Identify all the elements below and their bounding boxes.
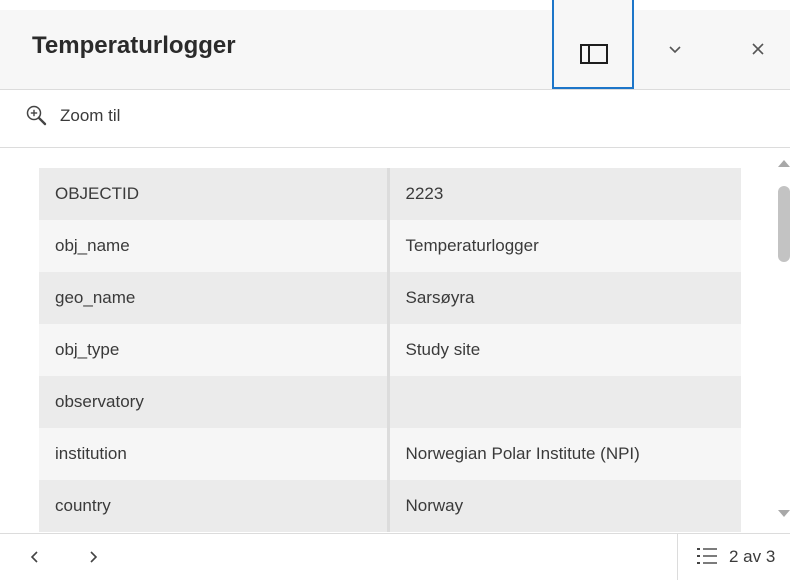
attribute-value: Norwegian Polar Institute (NPI) [388, 428, 741, 480]
vertical-scrollbar[interactable] [776, 160, 790, 520]
zoom-in-icon [26, 105, 47, 126]
attribute-key: institution [39, 428, 390, 480]
close-icon [752, 43, 764, 55]
table-row: observatory [39, 376, 741, 428]
table-row: obj_type Study site [39, 324, 741, 376]
table-row: OBJECTID 2223 [39, 168, 741, 220]
collapse-button[interactable] [660, 38, 690, 62]
list-icon[interactable] [695, 545, 719, 567]
chevron-left-icon [30, 551, 38, 563]
popup-footer: 2 av 3 [0, 533, 790, 580]
attribute-key: obj_name [39, 220, 390, 272]
zoom-to-button[interactable]: Zoom til [0, 90, 790, 148]
zoom-to-label: Zoom til [60, 106, 121, 125]
chevron-down-icon [669, 46, 681, 54]
popup-header: Temperaturlogger [0, 0, 790, 90]
attribute-key: country [39, 480, 390, 532]
dock-button[interactable] [552, 0, 634, 89]
attribute-value [388, 376, 741, 428]
attribute-table-container: OBJECTID 2223 obj_name Temperaturlogger … [0, 148, 790, 532]
next-feature-button[interactable] [82, 546, 104, 568]
attribute-key: obj_type [39, 324, 390, 376]
table-row: obj_name Temperaturlogger [39, 220, 741, 272]
table-row: country Norway [39, 480, 741, 532]
attribute-value: Norway [388, 480, 741, 532]
table-row: institution Norwegian Polar Institute (N… [39, 428, 741, 480]
scrollbar-thumb[interactable] [778, 186, 790, 262]
close-button[interactable] [745, 36, 771, 62]
table-row: geo_name Sarsøyra [39, 272, 741, 324]
attribute-value: Temperaturlogger [388, 220, 741, 272]
footer-divider [677, 534, 678, 580]
attribute-value: Sarsøyra [388, 272, 741, 324]
attribute-key: geo_name [39, 272, 390, 324]
feature-counter: 2 av 3 [729, 547, 776, 566]
popup-title: Temperaturlogger [32, 32, 236, 59]
attribute-key: observatory [39, 376, 390, 428]
attribute-key: OBJECTID [39, 168, 390, 220]
previous-feature-button[interactable] [24, 546, 46, 568]
scroll-up-arrow-icon[interactable] [778, 160, 790, 167]
attribute-value: Study site [388, 324, 741, 376]
attribute-value: 2223 [388, 168, 741, 220]
attribute-table: OBJECTID 2223 obj_name Temperaturlogger … [39, 168, 741, 532]
dock-panel-icon [580, 44, 608, 64]
chevron-right-icon [90, 551, 98, 563]
scroll-down-arrow-icon[interactable] [778, 510, 790, 517]
